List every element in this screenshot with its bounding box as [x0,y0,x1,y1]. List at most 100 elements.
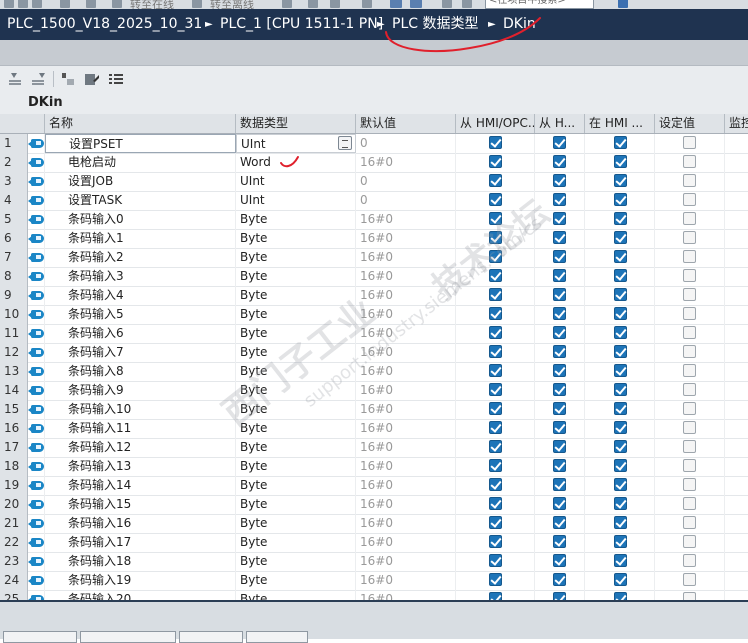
table-row[interactable]: 6 条码输入1 Byte 16#0 [0,229,748,249]
table-row[interactable]: 9 条码输入4 Byte 16#0 [0,286,748,306]
start-cpu-icon[interactable] [308,0,318,8]
new-project-icon[interactable] [4,0,14,8]
header-in-hmi[interactable]: 在 HMI ... [585,114,655,133]
checkbox-setpoint[interactable] [683,535,696,548]
member-name[interactable]: 条码输入7 [45,343,236,362]
checkbox-in_hmi[interactable] [614,269,627,282]
checkbox-from_h[interactable] [553,212,566,225]
checkbox-from_h[interactable] [553,174,566,187]
checkbox-from_h[interactable] [553,535,566,548]
member-datatype[interactable]: UInt [236,172,356,191]
checkbox-setpoint[interactable] [683,383,696,396]
row-number[interactable]: 4 [0,191,28,210]
checkbox-hmi_opc[interactable] [489,440,502,453]
go-offline-button[interactable]: 转至离线 [210,0,254,9]
table-row[interactable]: 20 条码输入15 Byte 16#0 [0,495,748,515]
row-number[interactable]: 1 [0,134,28,153]
checkbox-from_h[interactable] [553,136,566,149]
member-datatype[interactable]: Byte [236,590,356,600]
table-row[interactable]: 11 条码输入6 Byte 16#0 [0,324,748,344]
member-name[interactable]: 条码输入2 [45,248,236,267]
table-row[interactable]: 25 条码输入20 Byte 16#0 [0,590,748,600]
member-name[interactable]: 条码输入17 [45,533,236,552]
member-datatype[interactable]: Byte [236,400,356,419]
member-datatype[interactable]: Byte [236,305,356,324]
checkbox-from_h[interactable] [553,155,566,168]
bottom-tab[interactable] [246,631,308,643]
member-default-value[interactable]: 16#0 [356,590,456,600]
member-datatype[interactable]: Byte [236,457,356,476]
row-number[interactable]: 10 [0,305,28,324]
edit-block-icon[interactable] [84,72,100,86]
checkbox-from_h[interactable] [553,516,566,529]
checkbox-hmi_opc[interactable] [489,174,502,187]
checkbox-setpoint[interactable] [683,459,696,472]
checkbox-from_h[interactable] [553,554,566,567]
checkbox-setpoint[interactable] [683,573,696,586]
member-default-value[interactable]: 16#0 [356,552,456,571]
checkbox-in_hmi[interactable] [614,288,627,301]
checkbox-hmi_opc[interactable] [489,136,502,149]
checkbox-hmi_opc[interactable] [489,592,502,600]
member-default-value[interactable]: 16#0 [356,571,456,590]
checkbox-setpoint[interactable] [683,497,696,510]
member-datatype[interactable]: Byte [236,419,356,438]
member-default-value[interactable]: 16#0 [356,533,456,552]
table-row[interactable]: 1 设置PSET UInt 0 [0,134,748,154]
checkbox-from_h[interactable] [553,402,566,415]
table-row[interactable]: 22 条码输入17 Byte 16#0 [0,533,748,553]
member-name[interactable]: 条码输入15 [45,495,236,514]
checkbox-hmi_opc[interactable] [489,383,502,396]
member-name[interactable]: 条码输入10 [45,400,236,419]
checkbox-setpoint[interactable] [683,231,696,244]
checkbox-from_h[interactable] [553,497,566,510]
checkbox-hmi_opc[interactable] [489,459,502,472]
checkbox-setpoint[interactable] [683,269,696,282]
checkbox-hmi_opc[interactable] [489,326,502,339]
member-datatype[interactable]: Byte [236,533,356,552]
member-name[interactable]: 设置JOB [45,172,236,191]
member-name[interactable]: 条码输入19 [45,571,236,590]
member-default-value[interactable]: 16#0 [356,476,456,495]
member-name[interactable]: 条码输入13 [45,457,236,476]
checkbox-in_hmi[interactable] [614,421,627,434]
checkbox-in_hmi[interactable] [614,573,627,586]
checkbox-in_hmi[interactable] [614,535,627,548]
header-datatype[interactable]: 数据类型 [236,114,356,133]
checkbox-setpoint[interactable] [683,345,696,358]
header-from-h[interactable]: 从 H... [535,114,585,133]
member-datatype[interactable]: Byte [236,210,356,229]
row-number[interactable]: 2 [0,153,28,172]
member-name[interactable]: 条码输入12 [45,438,236,457]
checkbox-in_hmi[interactable] [614,554,627,567]
member-datatype[interactable]: Byte [236,476,356,495]
member-name[interactable]: 条码输入3 [45,267,236,286]
member-datatype[interactable]: Byte [236,343,356,362]
member-name[interactable]: 条码输入8 [45,362,236,381]
row-number[interactable]: 23 [0,552,28,571]
member-datatype[interactable]: Word [236,153,356,172]
checkbox-from_h[interactable] [553,478,566,491]
go-online-button[interactable]: 转至在线 [130,0,174,9]
checkbox-in_hmi[interactable] [614,326,627,339]
save-project-icon[interactable] [32,0,42,8]
member-default-value[interactable]: 16#0 [356,210,456,229]
row-number[interactable]: 17 [0,438,28,457]
checkbox-setpoint[interactable] [683,174,696,187]
table-row[interactable]: 3 设置JOB UInt 0 [0,172,748,192]
row-number[interactable]: 8 [0,267,28,286]
checkbox-from_h[interactable] [553,345,566,358]
row-number[interactable]: 3 [0,172,28,191]
member-datatype[interactable]: Byte [236,267,356,286]
checkbox-setpoint[interactable] [683,212,696,225]
member-name[interactable]: 条码输入20 [45,590,236,600]
breadcrumb-plc-datatypes[interactable]: PLC 数据类型 [392,9,478,40]
checkbox-setpoint[interactable] [683,421,696,434]
list-view-icon[interactable] [108,72,124,86]
add-row-icon[interactable] [31,72,47,86]
row-number[interactable]: 11 [0,324,28,343]
member-datatype[interactable]: Byte [236,552,356,571]
project-search-input[interactable]: <在项目中搜索> [485,0,594,9]
table-row[interactable]: 19 条码输入14 Byte 16#0 [0,476,748,496]
checkbox-hmi_opc[interactable] [489,364,502,377]
